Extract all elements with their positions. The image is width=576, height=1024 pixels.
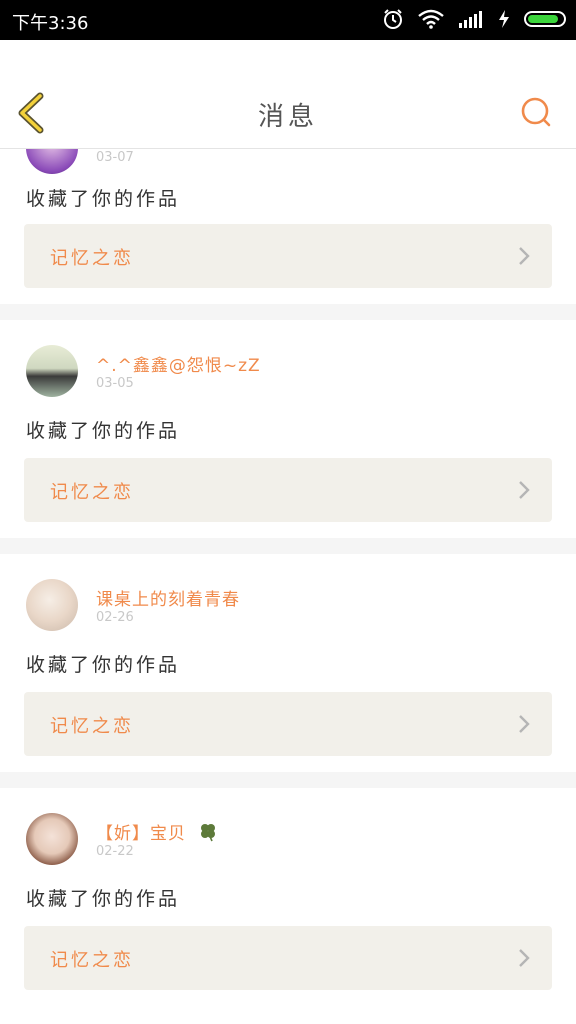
message-action: 收藏了你的作品 <box>26 654 181 676</box>
status-icons <box>382 8 566 30</box>
message-action: 收藏了你的作品 <box>26 420 181 442</box>
username[interactable]: 课桌上的刻着青春 <box>96 585 240 610</box>
page-title: 消息 <box>257 102 318 132</box>
work-link[interactable]: 记忆之恋 <box>24 458 552 522</box>
clover-icon <box>201 824 216 842</box>
signal-icon <box>459 11 482 28</box>
username-text: 【妡】宝贝 <box>96 824 186 844</box>
message-item: ^.^鑫鑫@怨恨~zZ 03-05 收藏了你的作品 记忆之恋 <box>0 320 576 538</box>
search-icon[interactable] <box>520 96 552 128</box>
message-item: 课桌上的刻着青春 02-26 收藏了你的作品 记忆之恋 <box>0 554 576 772</box>
chevron-right-icon <box>519 481 530 499</box>
work-title: 记忆之恋 <box>50 482 134 503</box>
message-action: 收藏了你的作品 <box>26 888 181 910</box>
status-time: 下午3:36 <box>12 13 89 34</box>
work-title: 记忆之恋 <box>50 950 134 971</box>
work-link[interactable]: 记忆之恋 <box>24 926 552 990</box>
message-date: 02-26 <box>96 610 134 625</box>
avatar[interactable] <box>26 579 78 631</box>
work-title: 记忆之恋 <box>50 248 134 269</box>
chevron-right-icon <box>519 715 530 733</box>
username[interactable]: ^.^鑫鑫@怨恨~zZ <box>96 351 261 376</box>
message-date: 03-05 <box>96 376 134 391</box>
alarm-icon <box>384 9 402 29</box>
chevron-right-icon <box>519 247 530 265</box>
app-header: 消息 <box>0 40 576 149</box>
battery-icon <box>524 11 566 27</box>
avatar[interactable] <box>26 345 78 397</box>
charging-icon <box>499 10 509 28</box>
message-date: 02-22 <box>96 844 134 859</box>
status-bar: 下午3:36 <box>0 0 576 40</box>
work-link[interactable]: 记忆之恋 <box>24 224 552 288</box>
message-date: 03-07 <box>96 150 134 165</box>
chevron-right-icon <box>519 949 530 967</box>
work-link[interactable]: 记忆之恋 <box>24 692 552 756</box>
username[interactable]: 【妡】宝贝 <box>96 819 218 844</box>
avatar[interactable] <box>26 813 78 865</box>
message-item: 【妡】宝贝 02-22 收藏了你的作品 记忆之恋 <box>0 788 576 1024</box>
wifi-icon <box>418 9 444 29</box>
work-title: 记忆之恋 <box>50 716 134 737</box>
message-action: 收藏了你的作品 <box>26 188 181 210</box>
